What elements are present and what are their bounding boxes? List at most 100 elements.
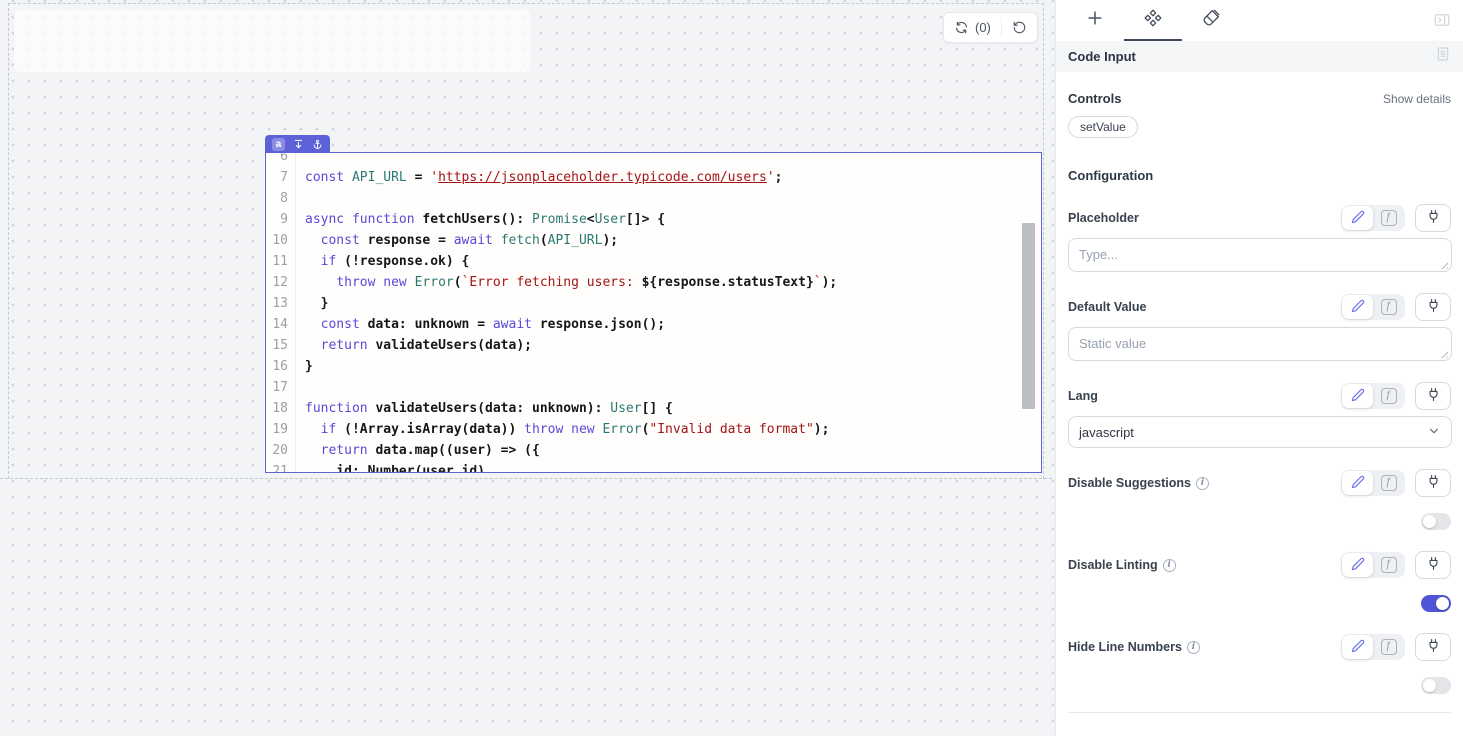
code-editor-content[interactable]: 67const API_URL = 'https://jsonplacehold… (266, 152, 1041, 473)
code-line[interactable]: 14 const data: unknown = await response.… (266, 314, 1041, 335)
disable-suggestions-toggle[interactable] (1421, 513, 1451, 530)
static-mode-button[interactable] (1342, 471, 1373, 495)
code-line[interactable]: 7const API_URL = 'https://jsonplaceholde… (266, 167, 1041, 188)
config-field-default-value: Default Value ƒ (1068, 293, 1451, 361)
bind-data-button[interactable] (1415, 633, 1451, 661)
js-mode-button[interactable]: ƒ (1373, 635, 1404, 659)
function-icon: ƒ (1381, 299, 1397, 315)
config-field-lang: Lang ƒ javascript (1068, 382, 1451, 448)
bind-data-button[interactable] (1415, 293, 1451, 321)
empty-zone-widget[interactable] (14, 10, 530, 72)
refresh-errors-button[interactable]: (0) (944, 13, 1001, 42)
history-button[interactable] (1002, 13, 1037, 42)
code-line[interactable]: 6 (266, 152, 1041, 167)
toggle-knob (1423, 515, 1436, 528)
disable-linting-toggle[interactable] (1421, 595, 1451, 612)
function-icon: ƒ (1381, 639, 1397, 655)
widget-name-badge[interactable]: a (272, 138, 285, 151)
setvalue-method-chip[interactable]: setValue (1068, 116, 1138, 138)
line-number: 7 (266, 167, 296, 188)
field-label-text: Placeholder (1068, 211, 1139, 225)
code-line[interactable]: 19 if (!Array.isArray(data)) throw new E… (266, 419, 1041, 440)
function-icon: ƒ (1381, 557, 1397, 573)
code-line[interactable]: 13 } (266, 293, 1041, 314)
line-number: 18 (266, 398, 296, 419)
js-mode-button[interactable]: ƒ (1373, 471, 1404, 495)
line-number: 19 (266, 419, 296, 440)
code-line[interactable]: 20 return data.map((user) => ({ (266, 440, 1041, 461)
widgets-icon (1143, 8, 1163, 33)
show-details-link[interactable]: Show details (1383, 92, 1451, 106)
field-label-text: Hide Line Numbers (1068, 640, 1182, 654)
info-icon[interactable]: i (1196, 477, 1209, 490)
field-label-text: Disable Linting (1068, 558, 1158, 572)
line-number: 17 (266, 377, 296, 398)
js-mode-button[interactable]: ƒ (1373, 206, 1404, 230)
chevron-down-icon (1427, 424, 1441, 441)
code-line[interactable]: 18function validateUsers(data: unknown):… (266, 398, 1041, 419)
code-text: return data.map((user) => ({ (296, 440, 540, 461)
field-label-default-value: Default Value (1068, 300, 1147, 314)
code-line[interactable]: 9async function fetchUsers(): Promise<Us… (266, 209, 1041, 230)
bind-data-button[interactable] (1415, 469, 1451, 497)
bind-data-button[interactable] (1415, 204, 1451, 232)
sync-icon (954, 20, 969, 35)
collapse-panel-icon[interactable] (1433, 11, 1451, 34)
panel-bottom-divider (1068, 712, 1451, 713)
js-mode-button[interactable]: ƒ (1373, 295, 1404, 319)
plug-icon (1426, 387, 1441, 405)
move-down-icon[interactable] (293, 139, 304, 150)
field-label-hide-line-numbers: Hide Line Numbers i (1068, 640, 1200, 654)
binding-mode-control: ƒ (1341, 205, 1405, 231)
placeholder-input[interactable] (1068, 238, 1452, 272)
code-line[interactable]: 11 if (!response.ok) { (266, 251, 1041, 272)
code-line[interactable]: 15 return validateUsers(data); (266, 335, 1041, 356)
code-line[interactable]: 21 id: Number(user.id), (266, 461, 1041, 473)
default-value-input[interactable] (1068, 327, 1452, 361)
static-mode-button[interactable] (1342, 384, 1373, 408)
line-number: 9 (266, 209, 296, 230)
anchor-icon[interactable] (312, 139, 323, 150)
hide-line-numbers-toggle[interactable] (1421, 677, 1451, 694)
code-text: throw new Error(`Error fetching users: $… (296, 272, 837, 293)
code-text: const data: unknown = await response.jso… (296, 314, 665, 335)
code-text (296, 188, 305, 209)
bind-data-button[interactable] (1415, 382, 1451, 410)
lang-select[interactable]: javascript (1068, 416, 1452, 448)
pencil-icon (1351, 210, 1365, 227)
editor-scrollbar[interactable] (1022, 223, 1035, 409)
static-mode-button[interactable] (1342, 295, 1373, 319)
binding-mode-control: ƒ (1341, 552, 1405, 578)
js-mode-button[interactable]: ƒ (1373, 384, 1404, 408)
code-line[interactable]: 17 (266, 377, 1041, 398)
code-input-widget[interactable]: 67const API_URL = 'https://jsonplacehold… (265, 152, 1042, 473)
info-icon[interactable]: i (1163, 559, 1176, 572)
static-mode-button[interactable] (1342, 553, 1373, 577)
static-mode-button[interactable] (1342, 635, 1373, 659)
static-mode-button[interactable] (1342, 206, 1373, 230)
widget-docs-icon[interactable] (1435, 46, 1451, 67)
config-field-disable-linting: Disable Linting i ƒ (1068, 551, 1451, 612)
line-number: 13 (266, 293, 296, 314)
info-icon[interactable]: i (1187, 641, 1200, 654)
function-icon: ƒ (1381, 388, 1397, 404)
bind-data-button[interactable] (1415, 551, 1451, 579)
line-number: 15 (266, 335, 296, 356)
js-mode-button[interactable]: ƒ (1373, 553, 1404, 577)
tab-add-widget[interactable] (1066, 0, 1124, 41)
function-icon: ƒ (1381, 210, 1397, 226)
field-label-text: Lang (1068, 389, 1098, 403)
tab-style[interactable] (1182, 0, 1240, 41)
code-line[interactable]: 8 (266, 188, 1041, 209)
binding-mode-control: ƒ (1341, 470, 1405, 496)
code-line[interactable]: 10 const response = await fetch(API_URL)… (266, 230, 1041, 251)
tab-widget-properties[interactable] (1124, 0, 1182, 41)
line-number: 21 (266, 461, 296, 473)
line-number: 8 (266, 188, 296, 209)
code-text: return validateUsers(data); (296, 335, 532, 356)
app-window: (0) a 67const API_URL = 'https://jsonpla… (0, 0, 1463, 736)
line-number: 11 (266, 251, 296, 272)
code-line[interactable]: 16} (266, 356, 1041, 377)
code-line[interactable]: 12 throw new Error(`Error fetching users… (266, 272, 1041, 293)
editor-canvas[interactable]: (0) a 67const API_URL = 'https://jsonpla… (0, 0, 1055, 736)
